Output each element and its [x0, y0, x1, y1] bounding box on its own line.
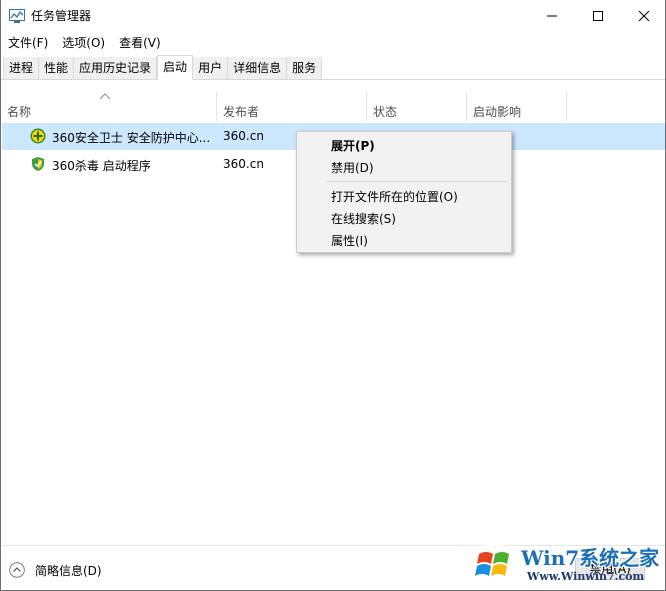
- menu-options[interactable]: 选项(O): [55, 32, 112, 54]
- context-menu-separator: [327, 181, 507, 182]
- context-menu: 展开(P) 禁用(D) 打开文件所在的位置(O) 在线搜索(S) 属性(I): [296, 131, 512, 253]
- context-menu-expand[interactable]: 展开(P): [331, 138, 375, 154]
- menu-bar: 文件(F) 选项(O) 查看(V): [1, 32, 665, 54]
- context-menu-search-online[interactable]: 在线搜索(S): [331, 211, 396, 227]
- tab-performance[interactable]: 性能: [39, 57, 75, 79]
- fewer-details-toggle[interactable]: 简略信息(D): [9, 560, 102, 580]
- minimize-icon: [547, 15, 557, 17]
- disable-button[interactable]: 禁用(A): [575, 558, 645, 580]
- context-menu-open-file-location[interactable]: 打开文件所在的位置(O): [331, 189, 458, 205]
- task-manager-window: 任务管理器 文件(F) 选项(O) 查看(V) 进程 性能 应用历史记录 启动: [0, 0, 666, 591]
- 360-safe-guard-icon: [30, 128, 46, 144]
- column-header-name[interactable]: 名称: [1, 92, 217, 122]
- 360-antivirus-shield-icon: [32, 157, 44, 171]
- tab-startup[interactable]: 启动: [157, 55, 194, 80]
- menu-view[interactable]: 查看(V): [112, 32, 168, 54]
- maximize-icon: [593, 11, 603, 21]
- window-title: 任务管理器: [31, 9, 92, 23]
- tab-services[interactable]: 服务: [287, 57, 323, 79]
- context-menu-disable[interactable]: 禁用(D): [331, 160, 374, 176]
- tab-processes[interactable]: 进程: [3, 57, 40, 79]
- column-header-status[interactable]: 状态: [367, 92, 467, 122]
- context-menu-properties[interactable]: 属性(I): [331, 233, 368, 249]
- sort-ascending-icon: [99, 93, 111, 100]
- row-publisher: 360.cn: [223, 129, 264, 143]
- chevron-up-circle-icon: [9, 562, 25, 578]
- title-bar: 任务管理器: [1, 0, 665, 32]
- menu-file[interactable]: 文件(F): [1, 32, 55, 54]
- tab-users[interactable]: 用户: [193, 57, 229, 79]
- column-headers: 名称 发布者 状态 启动影响: [1, 92, 665, 122]
- footer-divider: [1, 545, 665, 546]
- tab-details[interactable]: 详细信息: [228, 57, 288, 79]
- maximize-button[interactable]: [575, 0, 621, 32]
- minimize-button[interactable]: [529, 0, 575, 32]
- column-header-startup-impact[interactable]: 启动影响: [467, 92, 567, 122]
- task-manager-icon: [9, 9, 25, 23]
- row-publisher: 360.cn: [223, 157, 264, 171]
- close-button[interactable]: [621, 0, 665, 32]
- row-name: 360杀毒 启动程序: [52, 159, 151, 173]
- windows-flag-logo-icon: [472, 543, 516, 587]
- close-icon: [639, 11, 649, 21]
- column-header-publisher[interactable]: 发布者: [217, 92, 367, 122]
- tab-app-history[interactable]: 应用历史记录: [74, 57, 158, 79]
- fewer-details-label: 简略信息(D): [35, 563, 102, 578]
- tab-bar: 进程 性能 应用历史记录 启动 用户 详细信息 服务: [1, 55, 665, 80]
- row-name: 360安全卫士 安全防护中心...: [52, 131, 211, 145]
